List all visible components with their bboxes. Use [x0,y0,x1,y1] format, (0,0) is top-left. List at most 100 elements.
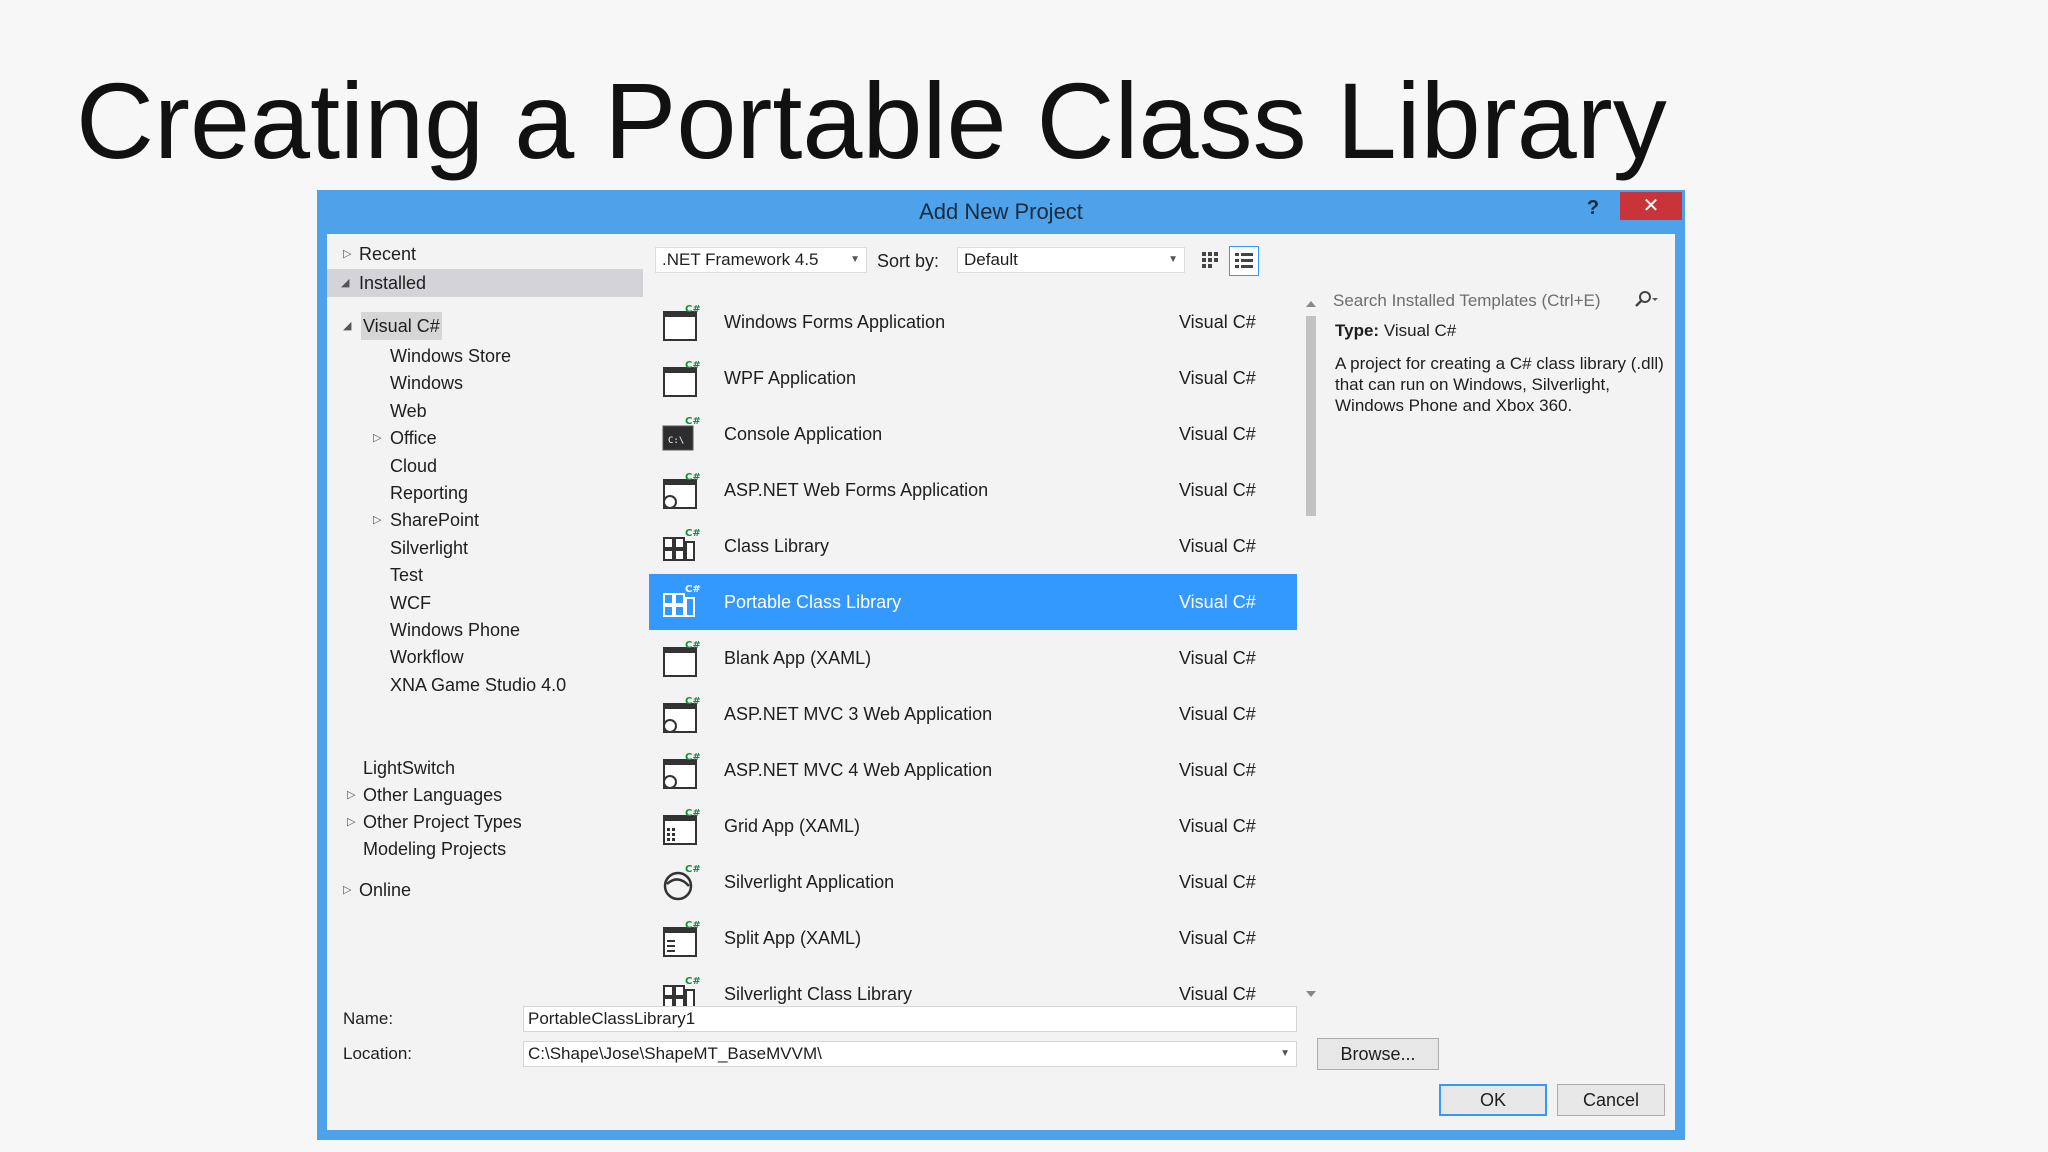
template-language: Visual C# [1179,928,1256,948]
svg-text:C#: C# [685,472,701,483]
list-view-icon[interactable] [1229,246,1259,276]
template-item[interactable]: C# ASP.NET MVC 3 Web Application Visual C# [649,686,1297,742]
tree-item-silverlight[interactable]: Silverlight [327,534,643,562]
template-item[interactable]: C# Portable Class Library Visual C# [649,574,1297,630]
search-templates-input[interactable]: Search Installed Templates (Ctrl+E) [1327,286,1667,316]
tree-item-label: Other Project Types [363,812,522,832]
tree-item-online[interactable]: ▷ Online [327,876,643,904]
project-template-icon: C# [661,582,701,622]
template-description: Type: Visual C# A project for creating a… [1335,320,1665,416]
template-item[interactable]: C# WPF Application Visual C# [649,350,1297,406]
template-list: C# Windows Forms Application Visual C# C# WP… [649,294,1297,1018]
template-item[interactable]: C# Blank App (XAML) Visual C# [649,630,1297,686]
svg-text:C#: C# [685,920,701,931]
template-name: ASP.NET MVC 4 Web Application [724,760,993,780]
expand-arrow-icon: ▷ [373,432,382,445]
location-label: Location: [343,1044,412,1063]
scroll-up-icon [1306,301,1316,307]
framework-select[interactable]: .NET Framework 4.5 ▼ [655,247,867,273]
tree-item-windows[interactable]: Windows [327,369,643,397]
svg-text:C#: C# [685,976,701,987]
tree-item-other-languages[interactable]: ▷ Other Languages [327,781,643,809]
collapse-arrow-icon: ◢ [341,277,350,289]
slide-title: Creating a Portable Class Library [76,60,1667,181]
tree-item-reporting[interactable]: Reporting [327,479,643,507]
template-language: Visual C# [1179,816,1256,836]
dialog-client: ▷ Recent ◢ Installed ◢ Visual C# Windows… [327,234,1675,1130]
project-template-icon: C# [661,862,701,902]
template-item[interactable]: C# ASP.NET MVC 4 Web Application Visual C# [649,742,1297,798]
tree-item-xna-game-studio-4-0[interactable]: XNA Game Studio 4.0 [327,671,643,699]
project-template-icon: C# [661,918,701,958]
expand-arrow-icon: ▷ [347,816,356,828]
svg-text:C#: C# [685,528,701,539]
svg-text:C#: C# [685,640,701,651]
tree-item-other-project-types[interactable]: ▷ Other Project Types [327,808,643,836]
sort-select[interactable]: Default ▼ [957,247,1185,273]
tree-item-recent[interactable]: ▷ Recent [327,240,643,268]
svg-text:C#: C# [685,752,701,763]
tree-item-label: Cloud [390,455,438,476]
tree-item-installed[interactable]: ◢ Installed [327,269,643,297]
tree-item-wcf[interactable]: WCF [327,589,643,617]
close-button[interactable]: ✕ [1620,192,1682,220]
tree-item-label: XNA Game Studio 4.0 [390,674,567,695]
add-new-project-dialog: Add New Project ? ✕ ▷ Recent ◢ Installed… [317,190,1685,1140]
template-item[interactable]: C:\ C# Console Application Visual C# [649,406,1297,462]
cancel-button[interactable]: Cancel [1557,1084,1665,1116]
template-name: WPF Application [724,368,857,388]
name-label: Name: [343,1009,394,1028]
tree-item-modeling-projects[interactable]: Modeling Projects [363,835,506,863]
expand-arrow-icon: ▷ [347,789,356,801]
collapse-arrow-icon: ◢ [343,320,352,332]
dialog-title: Add New Project [919,199,1083,224]
template-name: Silverlight Application [724,872,895,892]
tree-item-workflow[interactable]: Workflow [327,643,643,671]
tree-item-label: Test [390,565,424,586]
chevron-down-icon[interactable]: ▼ [1280,1042,1290,1066]
project-template-icon: C# [661,638,701,678]
tree-item-label: Windows Phone [390,620,521,640]
svg-text:C#: C# [685,696,701,707]
search-placeholder: Search Installed Templates (Ctrl+E) [1333,291,1601,310]
tree-item-windows-phone[interactable]: Windows Phone [327,616,643,644]
ok-button[interactable]: OK [1439,1084,1547,1116]
template-language: Visual C# [1179,648,1256,668]
help-button[interactable]: ? [1579,190,1607,226]
tree-item-label: SharePoint [390,510,480,531]
type-value: Visual C# [1383,321,1457,340]
tree-item-office[interactable]: ▷ Office [327,424,643,452]
tree-item-cloud[interactable]: Cloud [327,452,643,480]
tree-item-web[interactable]: Web [327,397,643,425]
svg-text:C#: C# [685,584,701,595]
template-language: Visual C# [1179,368,1256,388]
project-template-icon: C# [661,694,701,734]
template-item[interactable]: C# Silverlight Application Visual C# [649,854,1297,910]
location-field[interactable]: C:\Shape\Jose\ShapeMT_BaseMVVM\ ▼ [523,1041,1297,1067]
template-list-scrollbar[interactable] [1302,294,1318,1004]
tree-item-label: Windows Store [390,346,512,366]
search-icon[interactable] [1631,286,1659,324]
template-name: Portable Class Library [724,592,902,612]
tree-item-sharepoint[interactable]: ▷ SharePoint [327,506,643,534]
template-item[interactable]: C# Grid App (XAML) Visual C# [649,798,1297,854]
template-item[interactable]: C# Split App (XAML) Visual C# [649,910,1297,966]
browse-button[interactable]: Browse... [1317,1038,1439,1070]
template-item[interactable]: C# Windows Forms Application Visual C# [649,294,1297,350]
scroll-thumb[interactable] [1306,316,1316,516]
tree-item-visual-csharp[interactable]: ◢ Visual C# [327,312,643,340]
project-template-icon: C# [661,526,701,566]
template-name: ASP.NET Web Forms Application [724,480,989,500]
tree-item-lightswitch[interactable]: LightSwitch [363,754,455,782]
project-name-field[interactable]: PortableClassLibrary1 [523,1006,1297,1032]
small-icons-view-icon[interactable] [1197,247,1223,273]
template-language: Visual C# [1179,592,1256,612]
template-item[interactable]: C# Class Library Visual C# [649,518,1297,574]
template-item[interactable]: C# ASP.NET Web Forms Application Visual C# [649,462,1297,518]
svg-text:C#: C# [685,360,701,371]
project-template-icon: C# [661,750,701,790]
tree-item-label: Workflow [390,647,464,668]
tree-item-windows-store[interactable]: Windows Store [327,342,643,370]
tree-item-test[interactable]: Test [327,561,643,589]
tree-item-label: WCF [390,592,431,613]
